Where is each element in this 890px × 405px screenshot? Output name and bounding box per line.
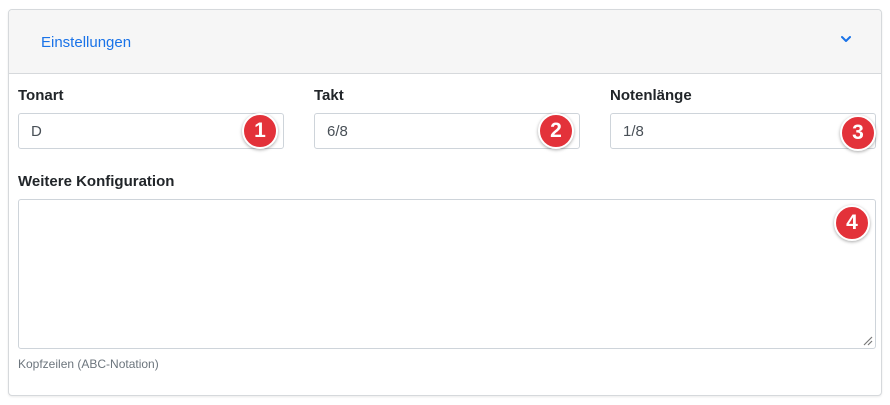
takt-value: 6/8	[327, 123, 348, 140]
config-label: Weitere Konfiguration	[18, 173, 175, 190]
config-textarea[interactable]	[18, 199, 876, 349]
marker-badge-4: 4	[834, 205, 870, 241]
settings-title: Einstellungen	[41, 34, 132, 51]
settings-header[interactable]: Einstellungen	[9, 10, 881, 74]
resize-grip-icon[interactable]	[861, 334, 873, 346]
chevron-down-icon[interactable]	[841, 34, 851, 44]
config-help-text: Kopfzeilen (ABC-Notation)	[18, 357, 159, 371]
marker-badge-3: 3	[840, 115, 876, 151]
tonart-value: D	[31, 123, 42, 140]
takt-label: Takt	[314, 87, 344, 104]
tonart-label: Tonart	[18, 87, 64, 104]
notenlaenge-input[interactable]: 1/8	[610, 113, 876, 149]
marker-badge-1: 1	[242, 113, 278, 149]
notenlaenge-value: 1/8	[623, 123, 644, 140]
settings-card: Einstellungen Tonart D 1 Takt 6/8 2 Note…	[8, 9, 882, 396]
notenlaenge-label: Notenlänge	[610, 87, 692, 104]
marker-badge-2: 2	[538, 113, 574, 149]
